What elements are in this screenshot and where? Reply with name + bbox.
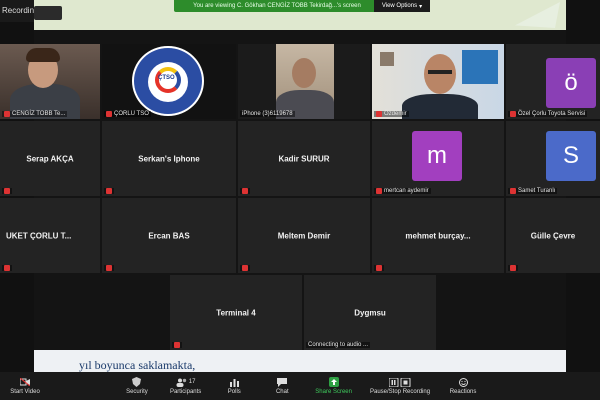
muted-mic-icon [510,265,516,271]
video-tile[interactable]: Meltem Demir [238,198,370,273]
toolbar-center: Security 17 Participants Polls Chat Shar… [122,372,478,400]
polls-button[interactable]: Polls [219,372,249,400]
participant-label: Samet Turanlı [508,188,558,194]
participant-label [374,265,384,271]
participant-video [0,44,100,119]
participants-count: 17 [188,379,196,385]
participant-label [2,265,12,271]
participant-label [172,342,182,348]
participant-name: UKET ÇORLU T... [6,231,72,240]
participant-label: Özdemir [374,111,409,117]
video-tile[interactable]: Dygmsu Connecting to audio ... [304,275,436,350]
muted-mic-icon [242,188,248,194]
share-screen-icon [328,377,339,387]
reactions-button[interactable]: Reactions [448,372,478,400]
chevron-down-icon: ▾ [419,3,423,10]
participant-label: CENGİZ TOBB Te... [2,111,68,117]
zoom-meeting-window: Recording... You are viewing C. Gökhan C… [0,0,600,400]
participants-icon: 17 [175,377,197,387]
participants-button[interactable]: 17 Participants [170,372,201,400]
video-tile[interactable]: Serap AKÇA [0,121,100,196]
video-tile[interactable]: CENGİZ TOBB Te... [0,44,100,119]
gallery-grid: CENGİZ TOBB Te... ÇTSO ÇORLU TSO iPhone … [0,44,600,350]
video-tile[interactable]: Serkan's Iphone [102,121,236,196]
participant-name: Terminal 4 [216,308,256,317]
video-tile[interactable]: Terminal 4 [170,275,302,350]
pause-stop-icon [388,377,412,387]
participant-name: Dygmsu [354,308,386,317]
video-tile[interactable]: Özdemir [372,44,504,119]
muted-mic-icon [376,188,382,194]
video-tile[interactable]: Kadir SURUR [238,121,370,196]
security-button[interactable]: Security [122,372,152,400]
video-tile[interactable]: S Samet Turanlı [506,121,600,196]
view-options-button[interactable]: View Options ▾ [374,0,430,12]
participant-name: Meltem Demir [277,231,331,240]
muted-mic-icon [4,188,10,194]
participant-label [240,265,250,271]
participant-name: Gülle Çevre [530,231,576,240]
participant-label [240,188,250,194]
avatar: S [546,131,596,181]
muted-mic-icon [510,111,516,117]
muted-mic-icon [376,111,382,117]
audio-status: Connecting to audio ... [306,342,371,348]
participant-name: Serap AKÇA [26,154,74,163]
video-tile[interactable]: Gülle Çevre [506,198,600,273]
share-screen-button[interactable]: Share Screen [315,372,352,400]
smiley-icon [458,377,468,387]
meeting-toolbar: Start Video Security 17 Participants Pol… [0,372,600,400]
shield-icon [132,377,142,387]
participant-name: Ercan BAS [148,231,190,240]
avatar: ö [546,58,596,108]
participant-name: mehmet burçay... [405,231,471,240]
muted-mic-icon [242,265,248,271]
video-tile[interactable]: iPhone (3)6119678 [238,44,370,119]
video-tile[interactable]: mehmet burçay... [372,198,504,273]
participant-video: ÇTSO [102,44,236,119]
view-options-label: View Options [381,3,418,9]
muted-mic-icon [376,265,382,271]
shared-text: yıl boyunca saklamakta, [79,358,196,372]
participant-name: Serkan's Iphone [138,154,200,163]
muted-mic-icon [4,265,10,271]
viewing-banner: You are viewing C. Gökhan CENGİZ TOBB Te… [174,0,430,12]
video-tile[interactable]: UKET ÇORLU T... [0,198,100,273]
video-tile[interactable]: m mertcan aydemir [372,121,504,196]
chat-icon [277,377,288,387]
muted-mic-icon [4,111,10,117]
pause-stop-recording-button[interactable]: Pause/Stop Recording [370,372,430,400]
video-tile-active-speaker[interactable]: ÇTSO ÇORLU TSO [102,44,236,119]
participant-label [2,188,12,194]
participant-name: Kadir SURUR [278,154,330,163]
avatar: m [412,131,462,181]
leaf-graphic [515,2,560,28]
ctso-logo: ÇTSO [132,46,204,116]
participant-label [104,265,114,271]
recording-indicator: Recording... [0,0,34,22]
viewing-message: You are viewing C. Gökhan CENGİZ TOBB Te… [193,3,361,9]
participant-label [508,265,518,271]
chat-button[interactable]: Chat [267,372,297,400]
recording-controls[interactable] [34,6,62,20]
muted-mic-icon [106,111,112,117]
participant-label: mertcan aydemir [374,188,431,194]
polls-icon [229,377,239,387]
participant-video [238,44,370,119]
shared-screen-bottom: yıl boyunca saklamakta, [34,350,566,372]
participant-label: iPhone (3)6119678 [240,111,295,117]
start-video-button[interactable]: Start Video [10,372,40,400]
participant-label: Özel Çorlu Toyota Servisi [508,111,588,117]
video-off-icon [20,377,30,387]
video-tile[interactable]: Ercan BAS [102,198,236,273]
participant-label: ÇORLU TSO [104,111,151,117]
muted-mic-icon [174,342,180,348]
participant-label [104,188,114,194]
participant-video [372,44,504,119]
muted-mic-icon [106,265,112,271]
video-tile[interactable]: ö Özel Çorlu Toyota Servisi [506,44,600,119]
muted-mic-icon [106,188,112,194]
muted-mic-icon [510,188,516,194]
